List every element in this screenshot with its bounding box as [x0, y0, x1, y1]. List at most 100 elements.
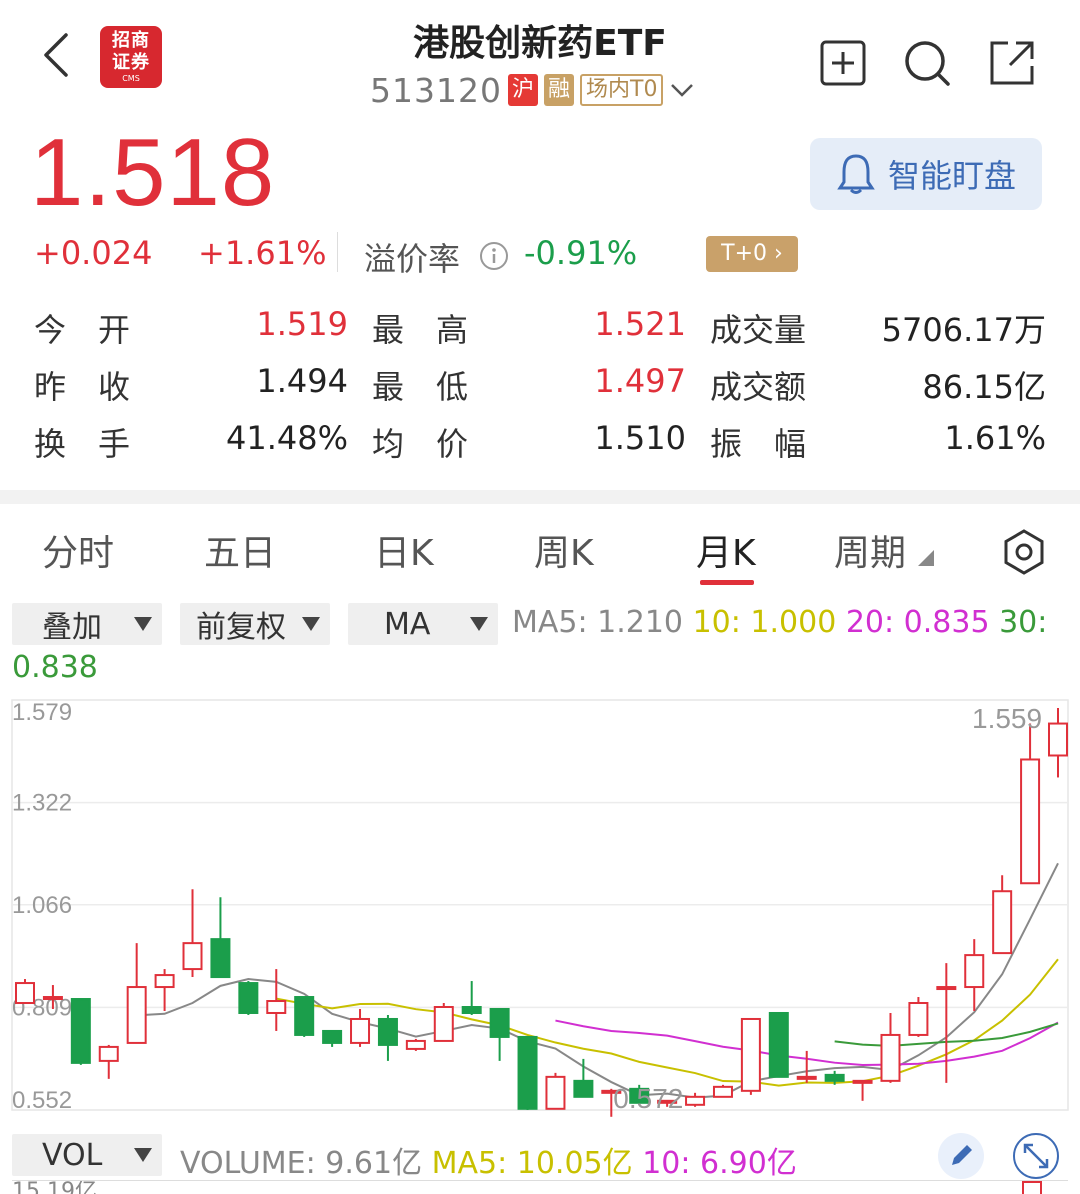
stat-label: 今 开 — [34, 311, 131, 349]
security-code-line[interactable]: 513120 沪 融 场内T0 — [370, 70, 695, 110]
stat-value: 1.521 — [594, 305, 686, 343]
candle-body — [936, 986, 957, 991]
candle-body — [238, 982, 259, 1014]
candle-body — [740, 1017, 761, 1092]
high-annotation: 1.559 — [972, 703, 1042, 734]
stat-value: 41.48% — [225, 419, 348, 457]
pencil-icon — [952, 1145, 972, 1165]
volume-legend: VOLUME: 9.61亿 MA5: 10.05亿 10: 6.90亿 — [180, 1146, 797, 1181]
kline-chart[interactable]: 1.5791.3221.0660.8090.5521.5590.572 — [0, 690, 1080, 1130]
search-icon[interactable] — [902, 38, 952, 88]
active-tab-indicator — [700, 580, 754, 585]
stat-value: 1.510 — [594, 419, 686, 457]
stat-value: 5706.17万 — [881, 311, 1046, 349]
candle-body — [992, 890, 1013, 955]
chevron-down-icon[interactable] — [669, 80, 695, 100]
stat-value: 1.497 — [594, 362, 686, 400]
info-icon[interactable] — [478, 240, 510, 272]
candle-body — [210, 938, 231, 979]
price-change-percent: +1.61% — [198, 234, 327, 272]
dropdown-caret-icon — [470, 617, 488, 631]
period-tabs: 分时 五日 日K 周K 月K 周期 — [0, 524, 1080, 584]
stats-row: 昨 收 1.494 最 低 1.497 成交额 86.15亿 — [0, 362, 1080, 418]
t0-tag: 场内T0 — [580, 74, 664, 106]
section-divider — [0, 490, 1080, 504]
candle-body — [1048, 722, 1068, 757]
candle-body — [70, 998, 91, 1064]
candle-body — [154, 974, 175, 989]
dropdown-caret-icon — [302, 617, 320, 631]
candle-body — [15, 982, 35, 1005]
y-tick-label: 1.066 — [12, 892, 72, 919]
share-icon[interactable] — [986, 38, 1036, 88]
candle-body — [685, 1095, 706, 1106]
overlay-dropdown[interactable]: 叠加 — [12, 603, 162, 645]
current-price: 1.518 — [30, 119, 276, 226]
fullscreen-button[interactable] — [1013, 1133, 1059, 1179]
candle-body — [545, 1075, 566, 1110]
premium-value: -0.91% — [524, 234, 638, 272]
candle-body — [322, 1029, 343, 1044]
candle-body — [266, 1000, 287, 1014]
indicator-dropdown[interactable]: MA — [348, 603, 498, 645]
stat-label: 均 价 — [372, 425, 469, 463]
stat-label: 振 幅 — [710, 425, 807, 463]
stat-label: 最 低 — [372, 368, 469, 406]
y-tick-label: 1.579 — [12, 699, 72, 726]
candle-body — [489, 1007, 510, 1038]
market-tag: 沪 — [507, 74, 538, 106]
candle-body — [768, 1011, 789, 1078]
dropdown-caret-icon — [134, 1148, 152, 1162]
tab-5[interactable]: 周期 — [834, 524, 906, 576]
candle-body — [350, 1017, 371, 1044]
back-arrow-icon[interactable] — [38, 30, 78, 80]
stat-label: 昨 收 — [34, 368, 131, 406]
candle-body — [182, 942, 203, 971]
low-annotation: 0.572 — [613, 1083, 683, 1114]
candle-body — [461, 1006, 482, 1014]
candle-body — [880, 1033, 901, 1082]
volume-chart: 15.19亿 — [12, 1180, 1068, 1194]
candle-body — [126, 986, 147, 1044]
candle-body — [796, 1075, 817, 1080]
candle-body — [42, 996, 63, 1001]
settings-hex-icon[interactable] — [1000, 528, 1048, 576]
dropdown-caret-icon — [134, 617, 152, 631]
stats-row: 今 开 1.519 最 高 1.521 成交量 5706.17万 — [0, 305, 1080, 361]
stat-label: 最 高 — [372, 311, 469, 349]
premium-label: 溢价率 — [364, 240, 461, 278]
tab-3[interactable]: 周K — [534, 524, 594, 576]
volume-bar — [1022, 1181, 1042, 1194]
tab-1[interactable]: 五日 — [204, 524, 276, 576]
candle-body — [964, 954, 985, 989]
candle-body — [377, 1017, 398, 1046]
volume-indicator-dropdown[interactable]: VOL — [12, 1134, 162, 1176]
candle-body — [1020, 758, 1041, 885]
draw-button[interactable] — [938, 1133, 984, 1179]
smart-watch-button[interactable]: 智能盯盘 — [810, 138, 1042, 210]
ma30-value: 0.838 — [12, 650, 98, 685]
tab-4[interactable]: 月K — [696, 524, 756, 576]
ma5-line — [136, 862, 1059, 1099]
bell-icon — [837, 154, 875, 194]
candle-body — [573, 1079, 594, 1098]
candle-body — [517, 1035, 538, 1110]
candle-body — [405, 1039, 426, 1050]
stat-label: 成交额 — [710, 368, 807, 406]
security-code: 513120 — [370, 70, 502, 110]
adjust-dropdown[interactable]: 前复权 — [180, 603, 330, 645]
tab-0[interactable]: 分时 — [42, 524, 114, 576]
y-tick-label: 1.322 — [12, 790, 72, 817]
candle-body — [852, 1079, 873, 1084]
add-watchlist-icon[interactable] — [818, 38, 868, 88]
page-title: 港股创新药ETF — [413, 23, 667, 64]
stats-row: 换 手 41.48% 均 价 1.510 振 幅 1.61% — [0, 419, 1080, 475]
price-change: +0.024 — [34, 234, 153, 272]
tab-2[interactable]: 日K — [374, 524, 434, 576]
stat-value: 1.61% — [944, 419, 1046, 457]
ma-legend: MA5: 1.210 10: 1.000 20: 0.835 30: — [512, 605, 1048, 640]
y-tick-label: 0.552 — [12, 1087, 72, 1114]
broker-logo: 招商 证券 CMS — [100, 26, 162, 88]
t0-button[interactable]: T+0 › — [706, 236, 798, 272]
candle-body — [294, 996, 315, 1036]
